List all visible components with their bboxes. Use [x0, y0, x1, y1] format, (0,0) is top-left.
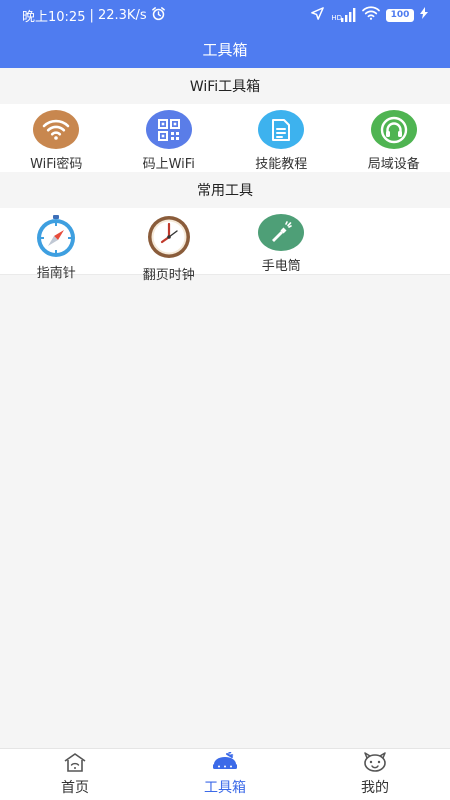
bottom-nav: 首页 工具箱 我的 [0, 748, 450, 800]
face-icon [362, 752, 388, 777]
status-network-speed: | 22.3K/s [89, 7, 147, 23]
tool-compass[interactable]: 指南针 [0, 208, 113, 281]
tool-qr-wifi[interactable]: 码上WiFi [113, 104, 226, 172]
wifi-tools-grid: WiFi密码 码上WiFi 技能教程 局域设备 [0, 104, 450, 172]
status-left: 晚上10:25 | 22.3K/s [22, 6, 166, 25]
section-title-wifi-tools: WiFi工具箱 [189, 79, 261, 95]
tool-label: 指南针 [36, 266, 76, 281]
nav-home[interactable]: 首页 [0, 749, 150, 800]
nav-label-toolbox: 工具箱 [204, 780, 246, 796]
clock-icon [145, 214, 192, 260]
tool-label: 手电筒 [261, 259, 301, 274]
flashlight-icon [258, 214, 305, 251]
tool-lan-devices[interactable]: 局域设备 [338, 104, 450, 172]
tool-label: 技能教程 [255, 157, 308, 172]
nav-toolbox[interactable]: 工具箱 [150, 749, 300, 800]
common-tools-grid: 指南针 翻页时钟 手电筒 [0, 208, 450, 283]
nav-label-home: 首页 [61, 780, 89, 796]
status-right: HD 100 [310, 6, 428, 25]
status-bar: 晚上10:25 | 22.3K/s HD 100 [0, 0, 450, 30]
empty-cell [338, 208, 450, 274]
compass-icon [33, 214, 80, 258]
tool-skill-tutorial[interactable]: 技能教程 [225, 104, 338, 172]
tool-wifi-password[interactable]: WiFi密码 [0, 104, 113, 172]
nav-label-mine: 我的 [361, 780, 389, 796]
tool-flashlight[interactable]: 手电筒 [225, 208, 338, 274]
location-arrow-icon [310, 6, 325, 25]
home-icon [62, 752, 88, 777]
tool-label: 局域设备 [367, 157, 420, 172]
app-bar: 工具箱 [0, 30, 450, 68]
tool-label: 翻页时钟 [142, 268, 195, 283]
charging-icon [420, 7, 428, 23]
battery-icon: 100 [386, 8, 414, 22]
nav-mine[interactable]: 我的 [300, 749, 450, 800]
headset-icon [370, 110, 417, 149]
alarm-icon [151, 6, 166, 25]
tool-label: 码上WiFi [142, 157, 195, 172]
status-time: 晚上10:25 [22, 9, 86, 25]
qrcode-icon [145, 110, 192, 149]
tool-flip-clock[interactable]: 翻页时钟 [113, 208, 226, 283]
section-title-common-tools: 常用工具 [197, 183, 253, 199]
document-icon [258, 110, 305, 149]
tool-label: WiFi密码 [30, 157, 83, 172]
wifi-icon [362, 6, 380, 24]
wifi-icon [33, 110, 80, 149]
toolbox-icon [211, 751, 239, 777]
page-title: 工具箱 [202, 40, 248, 59]
signal-icon: HD [331, 8, 356, 22]
